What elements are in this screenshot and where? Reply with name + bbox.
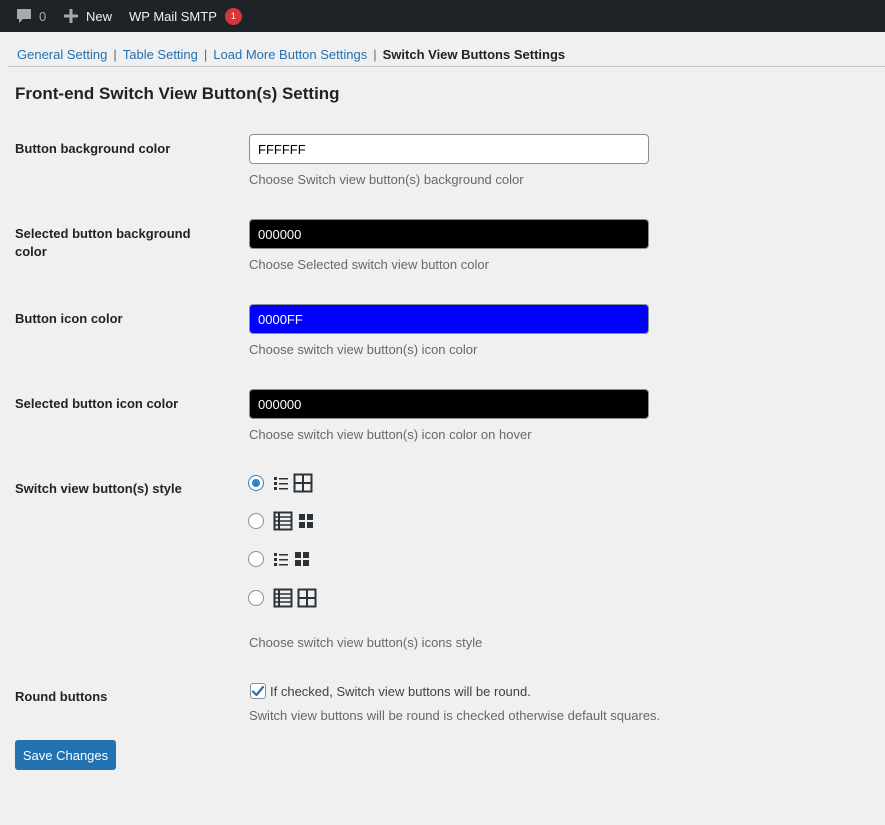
tab-general-setting[interactable]: General Setting (17, 47, 107, 62)
tab-table-setting[interactable]: Table Setting (123, 47, 198, 62)
round-buttons-checkbox[interactable] (250, 683, 266, 699)
button-bg-description: Choose Switch view button(s) background … (249, 172, 524, 187)
list-table-icon (273, 511, 293, 531)
subnav-divider (8, 66, 885, 67)
round-buttons-option: If checked, Switch view buttons will be … (250, 683, 531, 699)
admin-bar-wp-mail-smtp[interactable]: WP Mail SMTP 1 (129, 0, 242, 32)
selected-button-icon-description: Choose switch view button(s) icon color … (249, 427, 532, 442)
admin-bar: 0 New WP Mail SMTP 1 (0, 0, 885, 32)
round-buttons-checkbox-label[interactable]: If checked, Switch view buttons will be … (270, 684, 531, 699)
admin-bar-new[interactable]: New (64, 0, 112, 32)
admin-bar-new-label: New (86, 8, 113, 24)
style-option-2 (248, 511, 315, 531)
selected-button-icon-color-input[interactable]: 000000 (249, 389, 649, 419)
grid-outline-icon (293, 473, 313, 493)
nav-separator: | (113, 46, 117, 62)
nav-separator: | (203, 46, 208, 62)
button-icon-label: Button icon color (15, 311, 123, 326)
style-radio-4[interactable] (248, 590, 264, 606)
tab-switch-view-buttons-settings[interactable]: Switch View Buttons Settings (383, 47, 566, 62)
button-bg-color-input[interactable]: FFFFFF (249, 134, 649, 164)
save-changes-button[interactable]: Save Changes (15, 740, 116, 770)
style-option-1 (248, 473, 313, 493)
nav-separator: | (373, 46, 377, 62)
selected-button-icon-label: Selected button icon color (15, 396, 179, 411)
checkmark-icon (251, 685, 265, 697)
admin-bar-smtp-label: WP Mail SMTP (129, 8, 217, 24)
list-dots-icon (274, 477, 288, 490)
button-icon-color-input[interactable]: 0000FF (249, 304, 649, 334)
page-title: Front-end Switch View Button(s) Setting (15, 84, 340, 103)
admin-bar-comments[interactable]: 0 (15, 0, 46, 32)
style-label: Switch view button(s) style (15, 481, 182, 496)
plus-icon (64, 9, 78, 23)
style-description: Choose switch view button(s) icons style (249, 635, 483, 650)
list-table-icon (273, 588, 293, 608)
style-option-4 (248, 588, 317, 608)
button-icon-description: Choose switch view button(s) icon color (249, 342, 478, 357)
style-radio-3[interactable] (248, 551, 264, 567)
comment-bubble-icon (17, 8, 31, 23)
notification-badge: 1 (224, 7, 242, 25)
grid-filled-icon (299, 514, 313, 528)
selected-button-bg-label: Selected button background color (15, 226, 191, 259)
tab-load-more-button-settings[interactable]: Load More Button Settings (213, 47, 367, 62)
button-bg-label: Button background color (15, 141, 171, 156)
settings-subnav: General Setting | Table Setting | Load M… (17, 45, 565, 63)
round-buttons-label: Round buttons (15, 689, 108, 704)
list-dots-icon (274, 553, 288, 566)
grid-outline-icon (297, 588, 317, 608)
selected-button-bg-description: Choose Selected switch view button color (249, 257, 489, 272)
style-option-3 (248, 549, 311, 569)
selected-button-bg-color-input[interactable]: 000000 (249, 219, 649, 249)
style-radio-2[interactable] (248, 513, 264, 529)
comments-count: 0 (39, 8, 47, 24)
grid-filled-icon (295, 552, 309, 566)
round-buttons-description: Switch view buttons will be round is che… (249, 708, 661, 723)
style-radio-1[interactable] (248, 475, 264, 491)
